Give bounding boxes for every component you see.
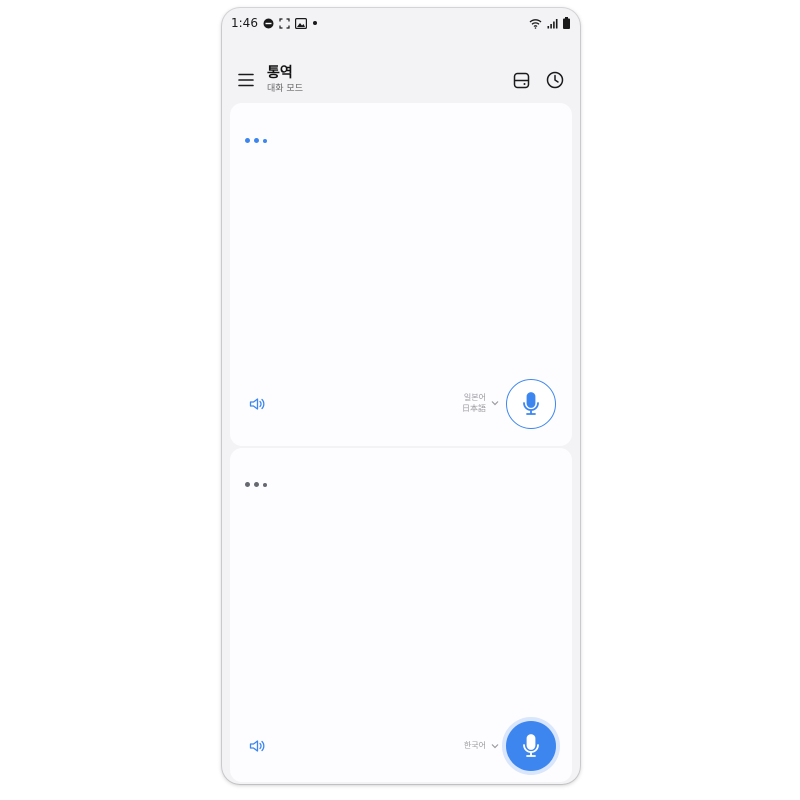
page-subtitle: 대화 모드 [267, 84, 303, 94]
dot [254, 138, 259, 143]
menu-icon [238, 73, 254, 87]
mic-button-bottom[interactable] [506, 721, 556, 771]
status-right [529, 17, 570, 29]
speaker-icon [249, 740, 265, 752]
menu-button[interactable] [237, 71, 255, 89]
dot [254, 482, 259, 487]
language-labels: 한국어 [464, 740, 486, 751]
do-not-disturb-icon [263, 18, 274, 28]
page-title: 통역 [267, 65, 293, 81]
header-titles: 통역 대화 모드 [267, 65, 303, 95]
speaker-button-bottom[interactable] [248, 737, 266, 755]
status-left: 1:46 [231, 16, 318, 30]
gallery-icon [294, 17, 307, 29]
speaker-icon [249, 398, 265, 410]
split-view-button[interactable] [511, 70, 531, 90]
history-button[interactable] [545, 70, 565, 90]
phone-screen: 1:46 통역 대화 모드 일본어 日本語 한국어 [222, 8, 580, 784]
language-name: 한국어 [463, 741, 486, 750]
listening-dots [245, 138, 267, 143]
app-header: 통역 대화 모드 [222, 60, 580, 100]
speaker-button-top[interactable] [248, 395, 266, 413]
translation-panel-top: 일본어 日本語 [230, 103, 572, 446]
dot [263, 482, 267, 487]
listening-dots [245, 482, 267, 487]
chevron-down-icon [491, 743, 499, 748]
signal-icon [547, 18, 558, 28]
split-view-icon [513, 72, 529, 88]
status-bar: 1:46 [222, 8, 580, 38]
microphone-icon [523, 392, 539, 415]
language-native-name: 日本語 [462, 404, 486, 413]
language-labels: 일본어 日本語 [462, 392, 486, 414]
translation-panel-bottom: 한국어 [230, 448, 572, 782]
battery-icon [563, 17, 570, 29]
dot [263, 138, 267, 143]
dot [245, 138, 250, 143]
mic-button-top[interactable] [506, 379, 556, 429]
dot [245, 482, 250, 487]
language-name: 일본어 [463, 393, 486, 402]
header-actions [511, 70, 565, 90]
language-select-top[interactable]: 일본어 日本語 [462, 392, 499, 414]
screenshot-icon [279, 17, 290, 29]
chevron-down-icon [491, 401, 499, 406]
microphone-icon [523, 734, 539, 757]
history-icon [546, 71, 564, 89]
wifi-icon [529, 18, 542, 29]
status-time: 1:46 [231, 16, 258, 30]
language-select-bottom[interactable]: 한국어 [464, 740, 499, 751]
notification-dot-icon [312, 21, 317, 25]
